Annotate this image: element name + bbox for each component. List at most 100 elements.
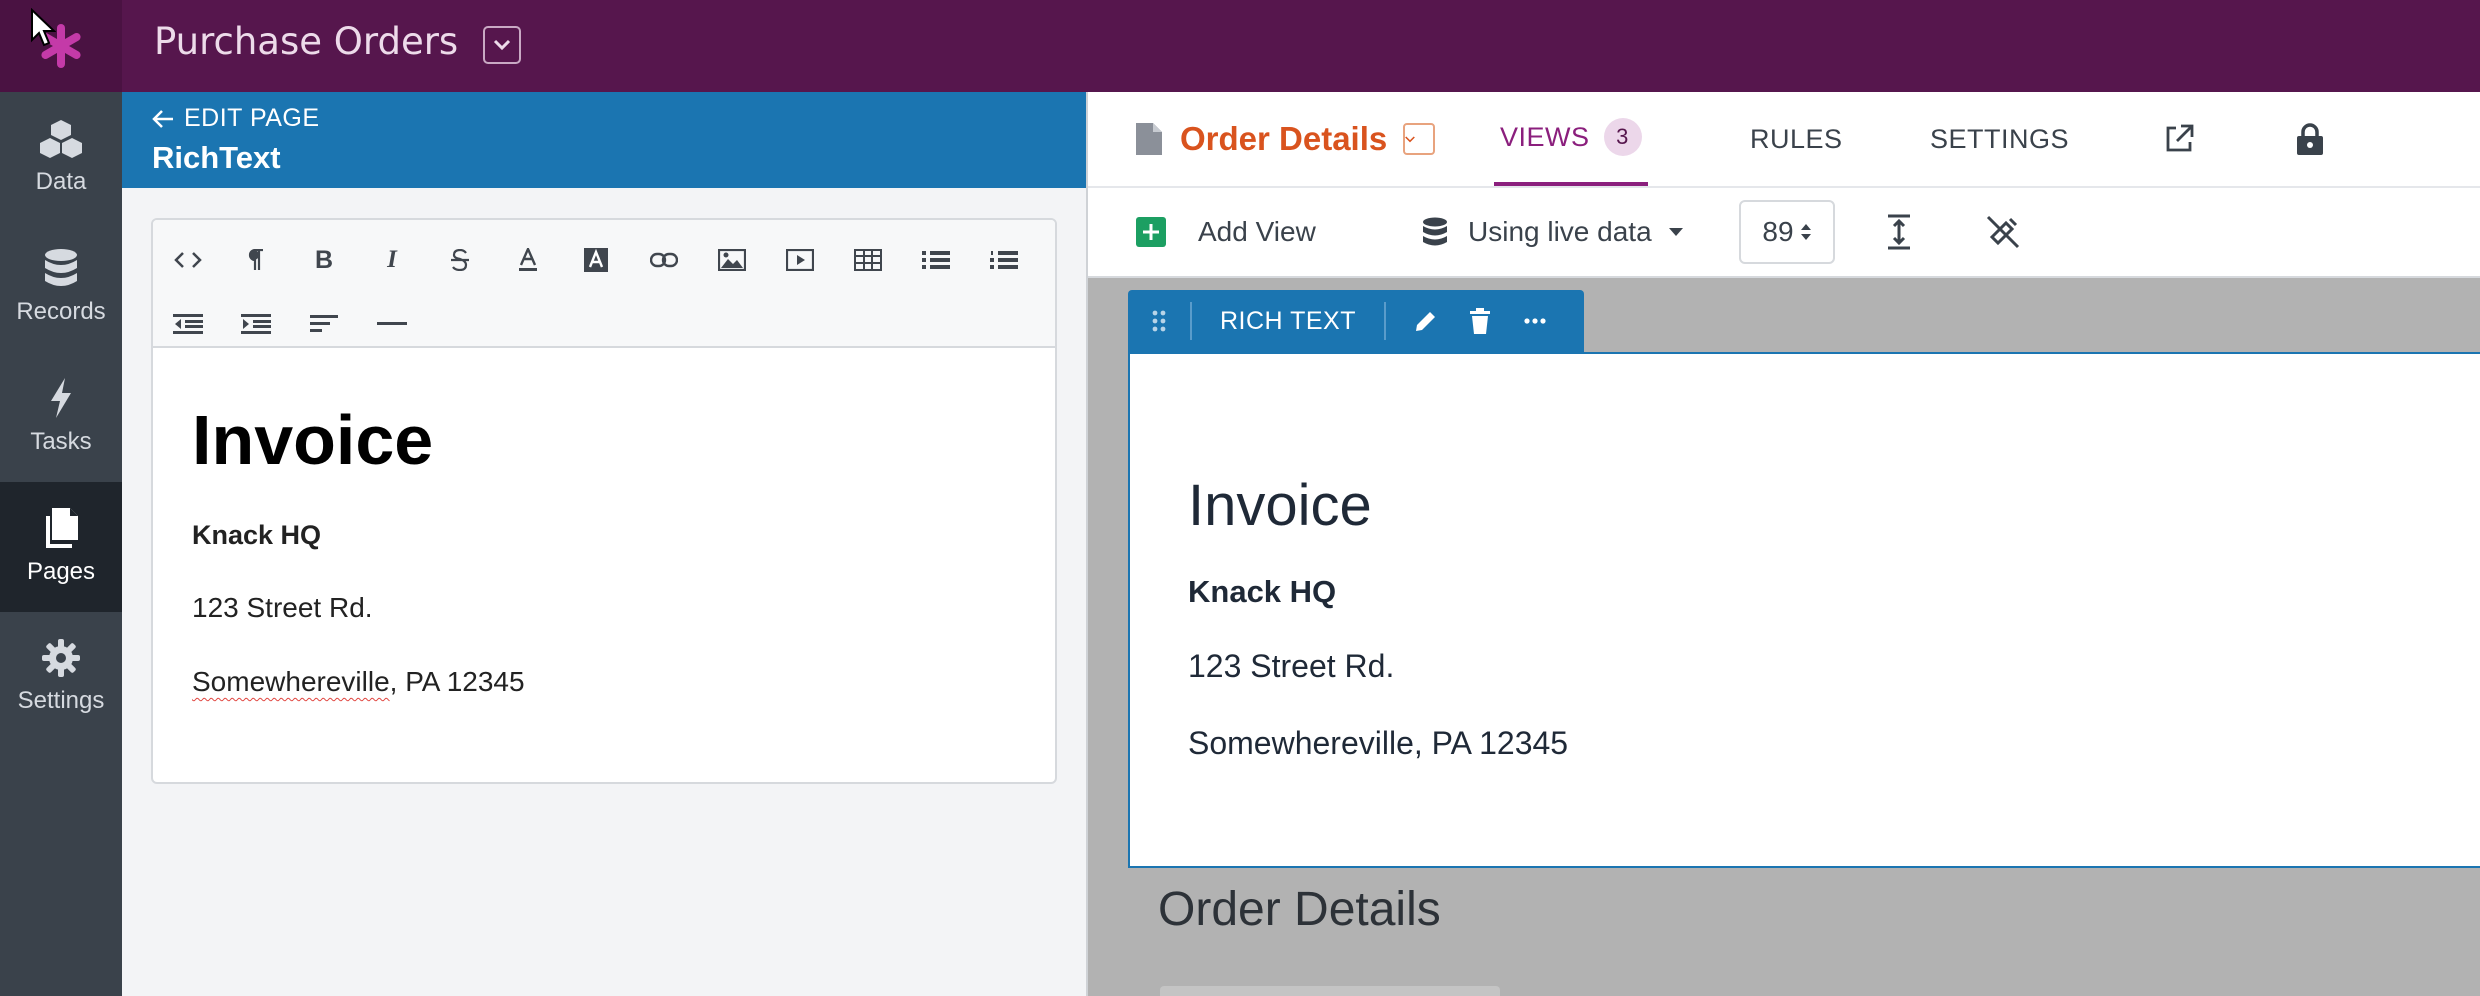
edit-page-back-link[interactable]: EDIT PAGE bbox=[152, 104, 320, 133]
rich-text-view[interactable]: Invoice Knack HQ 123 Street Rd. Somewher… bbox=[1128, 352, 2480, 868]
italic-icon: I bbox=[387, 246, 397, 273]
app-switcher-dropdown[interactable] bbox=[483, 26, 521, 64]
align-button[interactable] bbox=[304, 304, 344, 344]
editor-heading: Invoice bbox=[192, 401, 434, 479]
background-color-button[interactable] bbox=[576, 240, 616, 280]
top-bar: Purchase Orders bbox=[0, 0, 2480, 92]
nav-item-pages[interactable]: Pages bbox=[0, 482, 122, 612]
page-tabs-bar: Order Details VIEWS 3 RULES SETTINGS bbox=[1088, 92, 2480, 188]
rich-text-editor: B I Invoice Knack HQ 123 Street Rd. Some… bbox=[151, 218, 1057, 784]
arrow-left-icon bbox=[152, 109, 173, 128]
table-button[interactable] bbox=[848, 240, 888, 280]
nav-item-tasks[interactable]: Tasks bbox=[0, 352, 122, 482]
link-icon bbox=[650, 252, 678, 268]
toolbar-divider bbox=[1384, 302, 1386, 340]
unordered-list-icon bbox=[922, 251, 950, 269]
outdent-icon bbox=[173, 314, 203, 334]
data-mode-dropdown[interactable]: Using live data bbox=[1422, 188, 1684, 276]
editor-address-line1: 123 Street Rd. bbox=[192, 592, 373, 623]
image-icon bbox=[718, 249, 746, 271]
italic-button[interactable]: I bbox=[372, 240, 412, 280]
outdent-button[interactable] bbox=[168, 304, 208, 344]
ordered-list-button[interactable] bbox=[984, 240, 1024, 280]
left-nav: Data Records Tasks Pages Settings bbox=[0, 92, 122, 996]
add-view-button[interactable]: Add View bbox=[1136, 188, 1316, 276]
drag-handle[interactable] bbox=[1128, 290, 1190, 352]
video-button[interactable] bbox=[780, 240, 820, 280]
delete-view-button[interactable] bbox=[1456, 308, 1504, 334]
view-address-line2: Somewhereville, PA 12345 bbox=[1188, 725, 1569, 761]
paragraph-button[interactable] bbox=[236, 240, 276, 280]
vertical-expand-icon bbox=[1888, 214, 1910, 250]
tab-settings-label: SETTINGS bbox=[1930, 123, 2070, 154]
tab-views[interactable]: VIEWS 3 bbox=[1494, 92, 1648, 186]
edit-view-button[interactable] bbox=[1396, 309, 1456, 333]
app-logo[interactable] bbox=[0, 0, 122, 92]
caret-down-icon bbox=[1668, 228, 1683, 236]
view-heading: Invoice bbox=[1188, 473, 1372, 538]
chevron-down-icon bbox=[493, 39, 511, 51]
view-hover-toolbar: RICH TEXT bbox=[1128, 290, 1584, 352]
open-live-page-button[interactable] bbox=[2164, 92, 2194, 186]
trash-icon bbox=[1470, 308, 1490, 334]
tab-views-label: VIEWS bbox=[1500, 121, 1590, 152]
unordered-list-button[interactable] bbox=[916, 240, 956, 280]
view-type-label: RICH TEXT bbox=[1220, 306, 1356, 335]
strikethrough-button[interactable] bbox=[440, 240, 480, 280]
editor-company: Knack HQ bbox=[192, 520, 322, 550]
code-view-button[interactable] bbox=[168, 240, 208, 280]
more-options-button[interactable] bbox=[1504, 318, 1566, 324]
view-type-title: RichText bbox=[152, 140, 281, 175]
indent-icon bbox=[241, 314, 271, 334]
page-icon bbox=[1136, 123, 1162, 155]
nav-item-data[interactable]: Data bbox=[0, 92, 122, 222]
image-button[interactable] bbox=[712, 240, 752, 280]
views-count-badge: 3 bbox=[1603, 118, 1642, 156]
tab-rules-label: RULES bbox=[1750, 123, 1843, 154]
page-name-dropdown[interactable] bbox=[1403, 123, 1436, 155]
table-icon bbox=[854, 249, 882, 271]
database-icon bbox=[45, 249, 77, 286]
pencil-icon bbox=[1416, 312, 1435, 331]
page-name-label: Order Details bbox=[1180, 120, 1388, 157]
nav-label-data: Data bbox=[35, 168, 87, 195]
video-icon bbox=[786, 249, 814, 271]
pages-icon bbox=[46, 508, 78, 548]
align-icon bbox=[310, 315, 338, 332]
strikethrough-icon bbox=[451, 249, 469, 271]
bold-button[interactable]: B bbox=[304, 240, 344, 280]
expand-height-button[interactable] bbox=[1886, 188, 1912, 276]
nav-item-records[interactable]: Records bbox=[0, 222, 122, 352]
plus-icon bbox=[1136, 217, 1166, 247]
lock-icon bbox=[2297, 123, 2323, 155]
background-color-icon bbox=[584, 248, 608, 272]
view-address-line1: 123 Street Rd. bbox=[1188, 648, 1395, 684]
tab-rules[interactable]: RULES bbox=[1750, 92, 1843, 186]
zoom-value: 89 bbox=[1762, 216, 1794, 247]
page-access-button[interactable] bbox=[2296, 92, 2324, 186]
ordered-list-icon bbox=[990, 251, 1018, 269]
gear-icon bbox=[42, 639, 80, 677]
indent-button[interactable] bbox=[236, 304, 276, 344]
ellipsis-icon bbox=[1524, 318, 1546, 324]
paint-off-icon bbox=[1986, 215, 2020, 249]
external-link-icon bbox=[2166, 124, 2194, 152]
toggle-design-button[interactable] bbox=[1986, 188, 2020, 276]
horizontal-rule-button[interactable] bbox=[372, 304, 412, 344]
nav-item-settings[interactable]: Settings bbox=[0, 612, 122, 742]
app-title: Purchase Orders bbox=[154, 20, 459, 63]
spinner-icon[interactable] bbox=[1800, 221, 1812, 243]
bold-icon: B bbox=[314, 245, 334, 274]
editor-toolbar: B I bbox=[153, 220, 1055, 348]
paragraph-icon bbox=[248, 249, 263, 270]
mouse-cursor-icon bbox=[31, 8, 56, 47]
preview-zoom-input[interactable]: 89 bbox=[1739, 200, 1835, 264]
view-toolbar-bar: Add View Using live data 89 bbox=[1088, 188, 2480, 278]
page-name[interactable]: Order Details bbox=[1136, 92, 1436, 186]
view-company: Knack HQ bbox=[1188, 574, 1337, 609]
tab-settings[interactable]: SETTINGS bbox=[1930, 92, 2069, 186]
font-color-button[interactable] bbox=[508, 240, 548, 280]
editor-address-line2-rest: , PA 12345 bbox=[389, 666, 525, 697]
next-view-placeholder bbox=[1160, 986, 1500, 996]
link-button[interactable] bbox=[644, 240, 684, 280]
